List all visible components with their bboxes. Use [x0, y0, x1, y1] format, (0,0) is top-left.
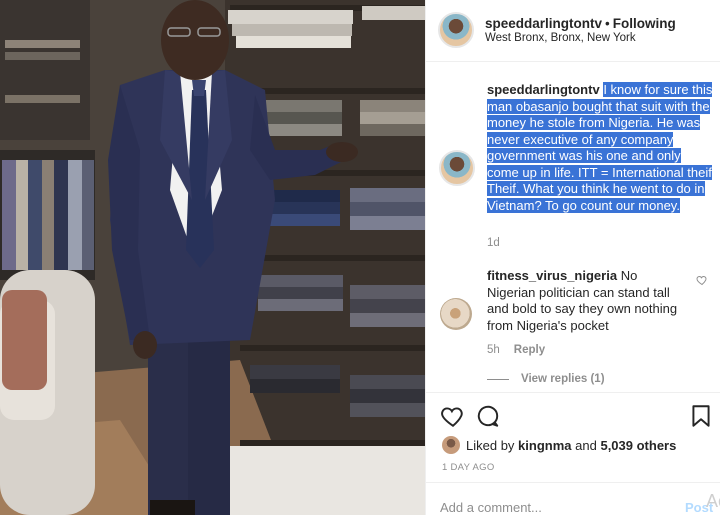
comment-meta: 5h Reply	[487, 344, 545, 356]
post-location[interactable]: West Bronx, Bronx, New York	[485, 32, 636, 44]
view-replies-divider	[487, 378, 509, 380]
caption-timestamp[interactable]: 1d	[487, 237, 500, 249]
photo-illustration	[0, 0, 425, 515]
comment-username[interactable]: fitness_virus_nigeria	[487, 268, 617, 283]
author-avatar[interactable]	[438, 12, 474, 48]
follow-button[interactable]: Following	[613, 16, 676, 31]
bookmark-icon[interactable]	[688, 403, 714, 429]
liker-username[interactable]: kingnma	[518, 438, 571, 453]
post-detail-panel: speeddarlingtontv • Following West Bronx, …	[425, 0, 720, 515]
likes-conjunction: and	[575, 437, 597, 453]
comment-text-block: fitness_virus_nigeria No Nigerian politi…	[487, 268, 687, 334]
caption-text: I know for sure this man obasanjo bought…	[487, 82, 713, 213]
post-actions: Liked by kingnma and 5,039 others 1 DAY …	[426, 392, 720, 482]
caption-text-block: speeddarlingtontv I know for sure this m…	[487, 82, 713, 214]
overlay-ghost-text: Ac	[706, 491, 720, 511]
likes-summary: Liked by kingnma and 5,039 others	[442, 436, 676, 454]
caption-username[interactable]: speeddarlingtontv	[487, 82, 600, 97]
header-separator: •	[605, 16, 610, 31]
comment-input[interactable]: Add a comment...	[440, 500, 542, 515]
reply-button[interactable]: Reply	[514, 344, 545, 356]
add-comment-bar: Add a comment... Post Ac	[426, 482, 720, 515]
caption-avatar[interactable]	[439, 150, 475, 186]
commenter-avatar[interactable]	[440, 298, 472, 330]
comment-like-heart-icon[interactable]	[696, 274, 708, 286]
comment-timestamp[interactable]: 5h	[487, 344, 500, 356]
post-photo	[0, 0, 425, 515]
post-header: speeddarlingtontv • Following West Bronx, …	[426, 0, 720, 62]
view-replies-button[interactable]: View replies (1)	[487, 373, 605, 385]
view-replies-label: View replies (1)	[521, 373, 605, 385]
post-date[interactable]: 1 DAY AGO	[442, 462, 495, 473]
comment-icon[interactable]	[475, 403, 501, 429]
liker-avatar[interactable]	[442, 436, 460, 454]
heart-icon[interactable]	[440, 403, 466, 429]
likes-prefix: Liked by	[466, 437, 515, 453]
likes-others[interactable]: 5,039 others	[600, 438, 676, 453]
author-username[interactable]: speeddarlingtontv	[485, 16, 602, 31]
header-user-line: speeddarlingtontv • Following	[485, 16, 676, 31]
